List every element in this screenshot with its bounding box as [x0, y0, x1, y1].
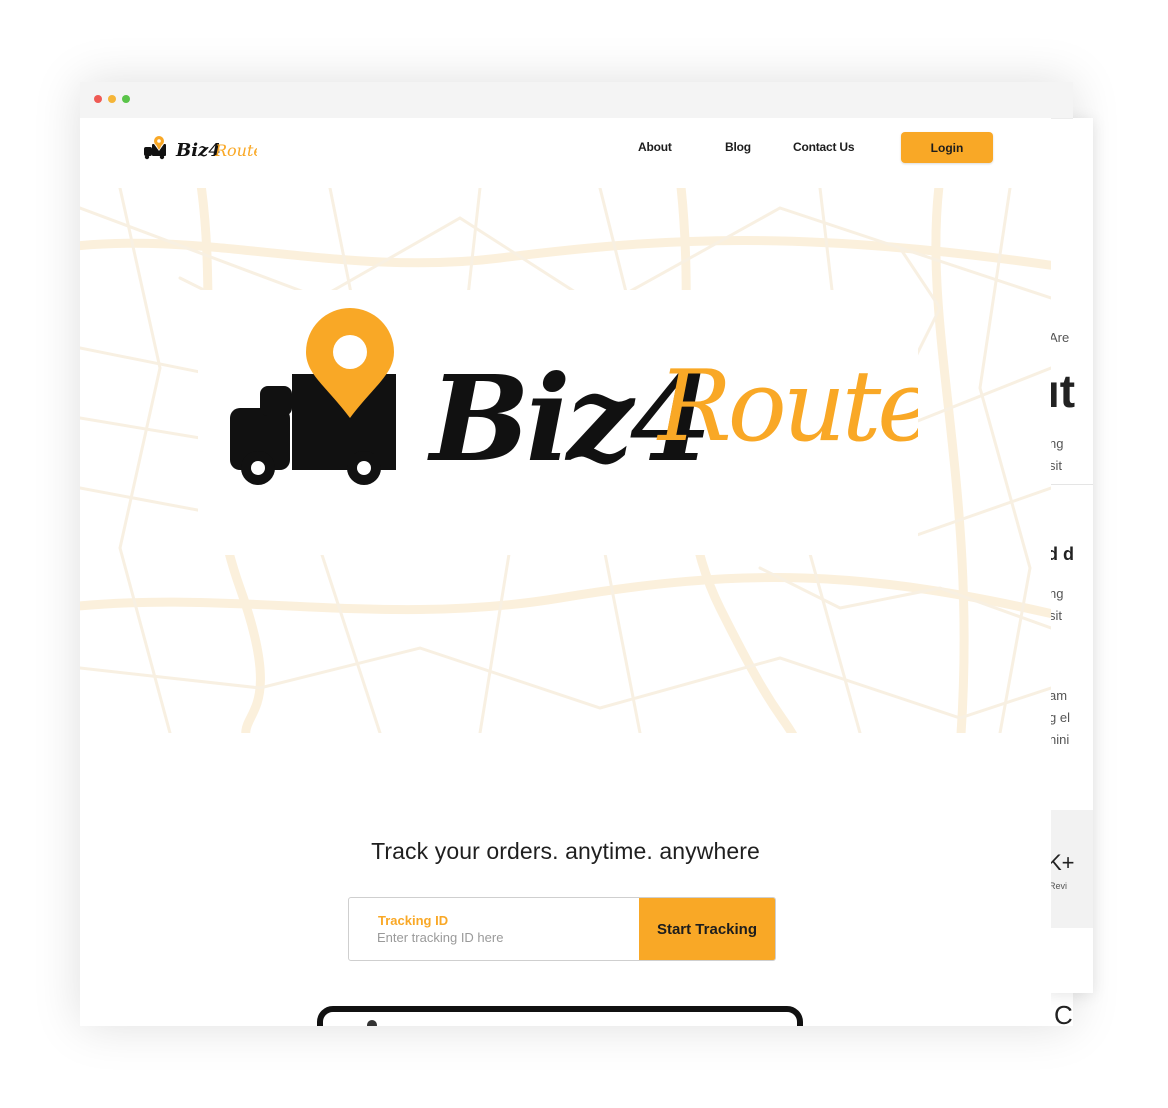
hero-logo: Biz4 Route	[198, 290, 918, 555]
close-window-icon[interactable]	[94, 95, 102, 103]
fragment-heading: C	[1054, 1000, 1073, 1030]
phone-camera-icon	[367, 1020, 377, 1026]
minimize-window-icon[interactable]	[108, 95, 116, 103]
background-page-preview: Are ıt ng sit d d ng sit am g el nini K+…	[1045, 118, 1093, 993]
fragment-text: Revi	[1049, 881, 1068, 891]
divider	[1045, 484, 1093, 485]
browser-titlebar	[80, 82, 1073, 119]
fragment-heading: ıt	[1047, 365, 1076, 417]
fragment-text: ng	[1049, 586, 1064, 601]
logo-text-part1: Biz4	[175, 140, 221, 161]
fragment-text: am	[1049, 688, 1068, 703]
fragment-text: Are	[1049, 330, 1070, 345]
login-button[interactable]: Login	[901, 132, 993, 163]
fragment-text: nini	[1049, 732, 1070, 747]
tracking-form: Tracking ID Start Tracking	[348, 897, 776, 961]
truck-location-pin-icon: Biz4 Route	[230, 308, 918, 488]
navbar-logo[interactable]: Biz4 Route	[142, 132, 257, 162]
fragment-text: ng	[1049, 436, 1064, 451]
webpage: Biz4 Route About Blog Contact Us Login B…	[80, 118, 1051, 1026]
nav-link-about[interactable]: About	[638, 140, 672, 154]
tracking-id-label: Tracking ID	[378, 913, 449, 928]
nav-link-blog[interactable]: Blog	[725, 140, 751, 154]
fragment-text: g el	[1049, 710, 1070, 725]
start-tracking-button[interactable]: Start Tracking	[639, 898, 775, 960]
logo-text-part2: Route	[214, 141, 257, 160]
fragment-heading: d d	[1047, 544, 1074, 564]
hero-logo-text-part2: Route	[656, 350, 918, 464]
nav-link-contact-us[interactable]: Contact Us	[793, 140, 855, 154]
tracking-id-input[interactable]	[377, 930, 627, 945]
fragment-stat: K+	[1047, 850, 1075, 875]
hero-tagline: Track your orders. anytime. anywhere	[371, 838, 760, 864]
phone-mockup	[317, 1006, 803, 1026]
maximize-window-icon[interactable]	[122, 95, 130, 103]
